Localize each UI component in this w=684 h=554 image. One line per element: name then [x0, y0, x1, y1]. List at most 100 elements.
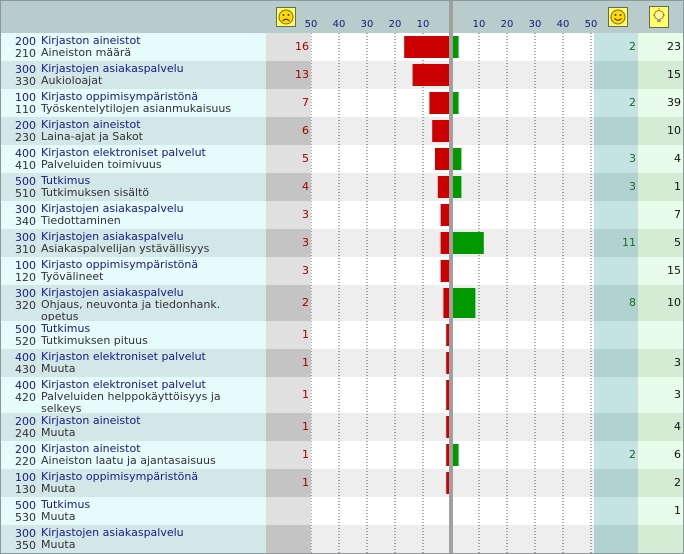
subcategory-code: 330 [15, 75, 36, 88]
subcategory-code: 520 [15, 335, 36, 348]
category-cell: 500 Tutkimus 530 Muuta [1, 497, 266, 525]
negative-bar [412, 64, 449, 86]
subcategory-code: 210 [15, 47, 36, 60]
ideas-count-cell [638, 525, 683, 553]
negative-count-cell: 7 [266, 89, 311, 117]
negative-count: 5 [302, 152, 309, 165]
negative-count: 16 [295, 40, 309, 53]
positive-count-cell: 8 [594, 285, 638, 321]
sad-face-icon [276, 7, 296, 27]
ideas-count: 2 [674, 476, 681, 489]
negative-bar [446, 444, 449, 466]
negative-count-cell: 3 [266, 257, 311, 285]
negative-count: 1 [302, 448, 309, 461]
subcategory-code: 110 [15, 103, 36, 116]
subcategory-label: Tiedottaminen [41, 214, 121, 227]
ideas-count: 23 [667, 40, 681, 53]
negative-bar [446, 380, 449, 410]
subcategory-code: 240 [15, 427, 36, 440]
chart-plot [311, 1, 592, 553]
category-cell: 100 Kirjasto oppimisympäristönä 120 Työväli… [1, 257, 266, 285]
negative-bar [435, 148, 449, 170]
category-cell: 300 Kirjastojen asiakaspalvelu 350 Muuta [1, 525, 266, 553]
negative-count-cell: 1 [266, 349, 311, 377]
negative-count-cell: 6 [266, 117, 311, 145]
ideas-count-cell: 1 [638, 497, 683, 525]
ideas-count-cell: 7 [638, 201, 683, 229]
subcategory-code: 410 [15, 159, 36, 172]
subcategory-code: 230 [15, 131, 36, 144]
positive-count: 8 [629, 296, 636, 309]
negative-count-cell: 4 [266, 173, 311, 201]
positive-count-cell [594, 525, 638, 553]
negative-count: 6 [302, 124, 309, 137]
category-cell: 500 Tutkimus 520 Tutkimuksen pituus [1, 321, 266, 349]
ideas-count-cell: 15 [638, 61, 683, 89]
negative-count: 2 [302, 296, 309, 309]
positive-count-cell [594, 321, 638, 349]
negative-bar [443, 288, 449, 318]
positive-count-cell [594, 201, 638, 229]
positive-bar [453, 288, 476, 318]
subcategory-label: Muuta [41, 362, 76, 375]
category-cell: 400 Kirjaston elektroniset palvelut 410 Pal… [1, 145, 266, 173]
negative-count-cell: 1 [266, 377, 311, 413]
ideas-count: 3 [674, 388, 681, 401]
ideas-count-cell: 10 [638, 117, 683, 145]
positive-count: 3 [629, 180, 636, 193]
subcategory-code: 510 [15, 187, 36, 200]
subcategory-label: Muuta [41, 426, 76, 439]
negative-bar [446, 352, 449, 374]
ideas-count: 6 [674, 448, 681, 461]
subcategory-label: Muuta [41, 510, 76, 523]
negative-count-cell [266, 497, 311, 525]
positive-count-cell: 3 [594, 173, 638, 201]
positive-bar [453, 444, 459, 466]
category-cell: 300 Kirjastojen asiakaspalvelu 330 Aukioloa… [1, 61, 266, 89]
ideas-count: 15 [667, 68, 681, 81]
positive-count-cell: 3 [594, 145, 638, 173]
positive-count-cell [594, 257, 638, 285]
negative-count: 1 [302, 476, 309, 489]
subcategory-code: 130 [15, 483, 36, 496]
subcategory-label: Tutkimuksen sisältö [41, 186, 150, 199]
positive-count-cell: 2 [594, 441, 638, 469]
ideas-count-cell: 2 [638, 469, 683, 497]
feedback-chart: 50 40 30 20 10 10 20 30 40 50 200 Kirjaston aineis… [0, 0, 684, 554]
happy-face-icon [608, 7, 628, 27]
positive-bar [453, 148, 462, 170]
negative-count: 1 [302, 388, 309, 401]
ideas-count: 5 [674, 236, 681, 249]
subcategory-label: Muuta [41, 538, 76, 551]
ideas-count-cell: 6 [638, 441, 683, 469]
subcategory-label: Aukioloajat [41, 74, 103, 87]
negative-bar [440, 232, 449, 254]
ideas-count-cell: 15 [638, 257, 683, 285]
positive-bar [453, 232, 484, 254]
ideas-count: 3 [674, 356, 681, 369]
negative-count-cell: 16 [266, 33, 311, 61]
positive-count-cell: 2 [594, 89, 638, 117]
negative-bar [446, 324, 449, 346]
negative-count-cell: 3 [266, 201, 311, 229]
category-cell: 100 Kirjasto oppimisympäristönä 110 Työsken… [1, 89, 266, 117]
subcategory-label: Asiakaspalvelijan ystävällisyys [41, 242, 210, 255]
ideas-count: 4 [674, 152, 681, 165]
subcategory-code: 310 [15, 243, 36, 256]
subcategory-code: 420 [15, 391, 36, 404]
subcategory-code: 350 [15, 539, 36, 552]
ideas-count-cell: 23 [638, 33, 683, 61]
positive-count-cell [594, 497, 638, 525]
ideas-count: 10 [667, 296, 681, 309]
negative-bar [429, 92, 449, 114]
category-cell: 200 Kirjaston aineistot 220 Aineiston laatu… [1, 441, 266, 469]
ideas-count: 10 [667, 124, 681, 137]
negative-count-cell: 5 [266, 145, 311, 173]
category-cell: 400 Kirjaston elektroniset palvelut 420 Pal… [1, 377, 266, 415]
subcategory-label: Muuta [41, 482, 76, 495]
negative-bar [440, 204, 449, 226]
subcategory-code: 220 [15, 455, 36, 468]
ideas-count: 1 [674, 504, 681, 517]
negative-count: 3 [302, 208, 309, 221]
ideas-count-cell: 4 [638, 413, 683, 441]
